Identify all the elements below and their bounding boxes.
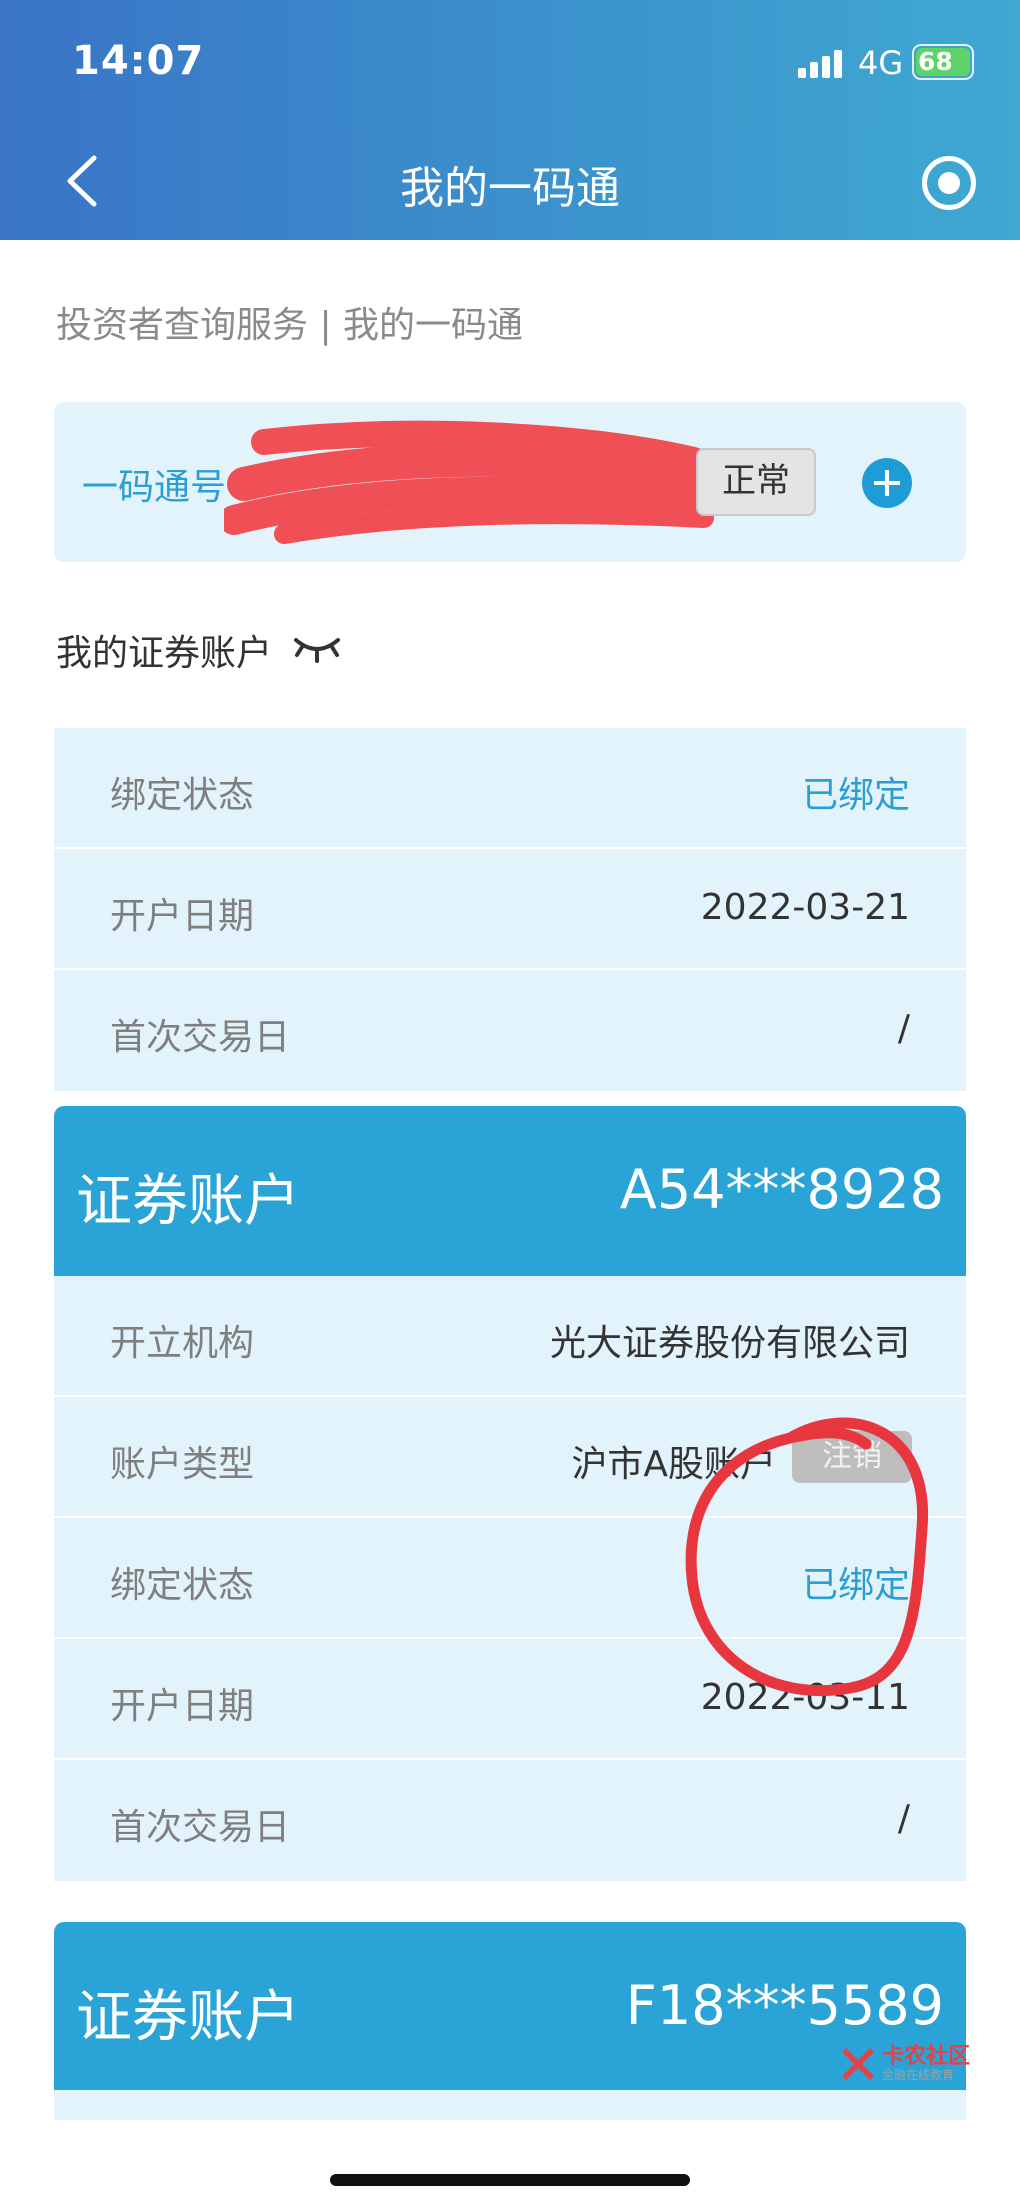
network-type: 4G <box>858 44 904 82</box>
row-label: 绑定状态 <box>110 1565 255 1606</box>
row-value: 2022-03-21 <box>700 887 910 928</box>
plus-circle-icon[interactable] <box>862 458 912 508</box>
list-item: 首次交易日 / <box>54 1760 966 1881</box>
app-header: 14:07 4G 68 我的一码通 <box>0 0 1020 240</box>
ymt-label: 一码通号 <box>82 467 227 508</box>
row-label: 首次交易日 <box>110 1017 291 1058</box>
list-item: 开户日期 2022-03-21 <box>54 849 966 970</box>
row-value: 2022-03-11 <box>700 1677 910 1718</box>
row-value: / <box>897 1008 910 1049</box>
row-label: 开立机构 <box>110 1323 255 1364</box>
cancel-button[interactable]: 注销 <box>792 1431 912 1483</box>
section-title: 我的证券账户 <box>56 633 273 674</box>
account-header: 证券账户 A54***8928 <box>54 1106 966 1276</box>
account-partial: 绑定状态 已绑定 开户日期 2022-03-21 首次交易日 / <box>54 728 966 1091</box>
row-value: / <box>897 1798 910 1839</box>
eye-closed-icon[interactable] <box>292 630 342 664</box>
list-item: 账户类型 沪市A股账户 注销 <box>54 1397 966 1518</box>
list-item: 首次交易日 / <box>54 970 966 1091</box>
row-label: 账户类型 <box>110 1444 255 1485</box>
list-item: 开立机构 光大证券股份有限公司 <box>54 1276 966 1397</box>
account-f-rows <box>54 2090 966 2120</box>
home-indicator[interactable] <box>330 2174 690 2186</box>
target-icon[interactable] <box>922 156 976 210</box>
row-value: 已绑定 <box>801 775 910 816</box>
watermark: 卡农社区 金融在线教育 <box>838 2038 1008 2088</box>
account-number: A54***8928 <box>619 1158 944 1221</box>
status-time: 14:07 <box>72 38 205 84</box>
list-item: 开户日期 2022-03-11 <box>54 1639 966 1760</box>
breadcrumb: 投资者查询服务 | 我的一码通 <box>56 305 524 346</box>
list-item: 绑定状态 已绑定 <box>54 728 966 849</box>
row-value: 光大证券股份有限公司 <box>549 1323 910 1364</box>
kanong-logo-icon <box>842 2048 874 2080</box>
account-title: 证券账户 <box>76 1985 300 2050</box>
account-header: 证券账户 F18***5589 <box>54 1922 966 2090</box>
row-label: 首次交易日 <box>110 1807 291 1848</box>
row-label: 绑定状态 <box>110 775 255 816</box>
account-a-rows: 开立机构 光大证券股份有限公司 账户类型 沪市A股账户 注销 绑定状态 已绑定 … <box>54 1276 966 1881</box>
watermark-subtitle: 金融在线教育 <box>882 2068 955 2082</box>
battery-icon: 68 <box>912 44 974 80</box>
row-value: 沪市A股账户 <box>571 1444 776 1485</box>
status-badge: 正常 <box>696 448 816 516</box>
row-label: 开户日期 <box>110 1686 255 1727</box>
account-title: 证券账户 <box>76 1169 300 1234</box>
list-item: 绑定状态 已绑定 <box>54 1518 966 1639</box>
page-title: 我的一码通 <box>400 163 620 214</box>
ymt-card: 一码通号 正常 <box>54 402 966 562</box>
row-label: 开户日期 <box>110 896 255 937</box>
battery-level: 68 <box>916 48 970 76</box>
account-number: F18***5589 <box>625 1974 944 2037</box>
row-value: 已绑定 <box>801 1565 910 1606</box>
signal-icon <box>798 50 844 78</box>
